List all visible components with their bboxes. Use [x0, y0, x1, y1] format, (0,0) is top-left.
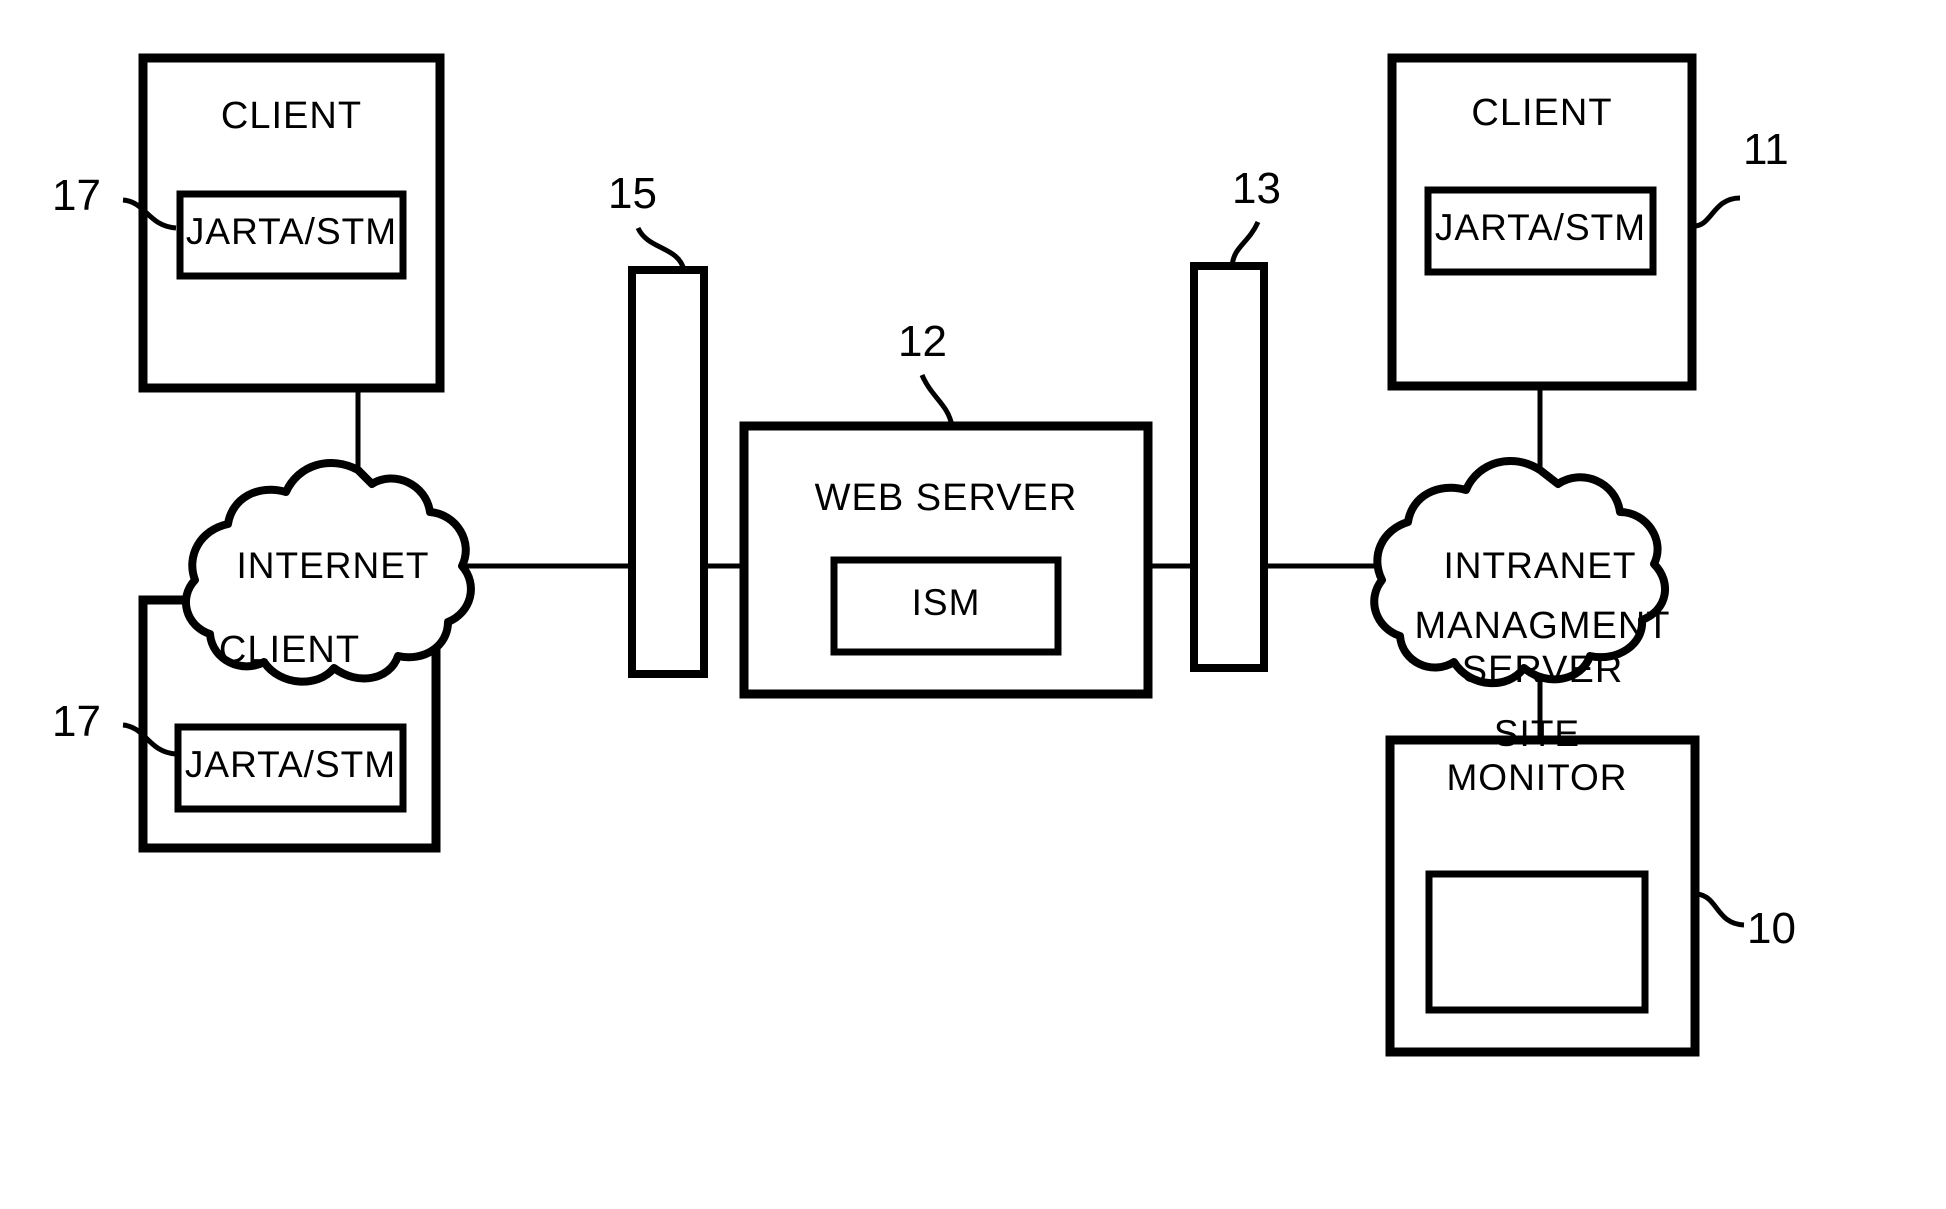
web-server-module-label: ISM: [911, 582, 981, 623]
ref-num-11: 11: [1743, 125, 1789, 174]
ref-num-13: 13: [1232, 164, 1281, 213]
ref-num-12: 12: [898, 317, 947, 366]
client-bottom-left-label: CLIENT: [218, 629, 361, 671]
intranet-cloud-label: INTRANET: [1443, 545, 1637, 586]
client-top-right-module-label: JARTA/STM: [1434, 207, 1647, 248]
ref-12-leader-line: [919, 373, 955, 427]
firewall-13-shape[interactable]: [1190, 262, 1268, 672]
patent-figure: CLIENT JARTA/STM CLIENT JARTA/STM INTERN…: [0, 0, 1946, 1209]
management-server-module-rect[interactable]: [1425, 870, 1649, 1014]
web-server-label: WEB SERVER: [814, 477, 1078, 519]
management-server-module-line1: SITE: [1493, 713, 1581, 754]
ref-15-leader-line: [635, 226, 687, 271]
firewall-15-shape[interactable]: [628, 266, 708, 678]
ref-num-17-bottom: 17: [52, 697, 101, 746]
ref-11-leader-line: [1691, 195, 1741, 229]
management-server-label-line2: SERVER: [1461, 649, 1624, 691]
firewall-15-rect[interactable]: [628, 266, 708, 678]
firewall-13-rect[interactable]: [1190, 262, 1268, 672]
ref-num-15: 15: [608, 169, 657, 218]
client-top-left-label: CLIENT: [220, 95, 363, 137]
internet-cloud-label: INTERNET: [236, 545, 430, 586]
ref-10-leader-line: [1696, 891, 1745, 928]
client-top-left-module-label: JARTA/STM: [185, 211, 398, 252]
ref-num-17-top: 17: [52, 171, 101, 220]
client-top-right-label: CLIENT: [1471, 92, 1613, 134]
management-server-label-line1: MANAGMENT: [1414, 605, 1671, 647]
ref-num-10: 10: [1747, 904, 1796, 953]
ref-13-leader-line: [1229, 220, 1261, 267]
client-bottom-left-module-label: JARTA/STM: [184, 744, 397, 785]
management-server-module-line2: MONITOR: [1446, 757, 1628, 798]
web-server-shape[interactable]: [739, 421, 1153, 699]
